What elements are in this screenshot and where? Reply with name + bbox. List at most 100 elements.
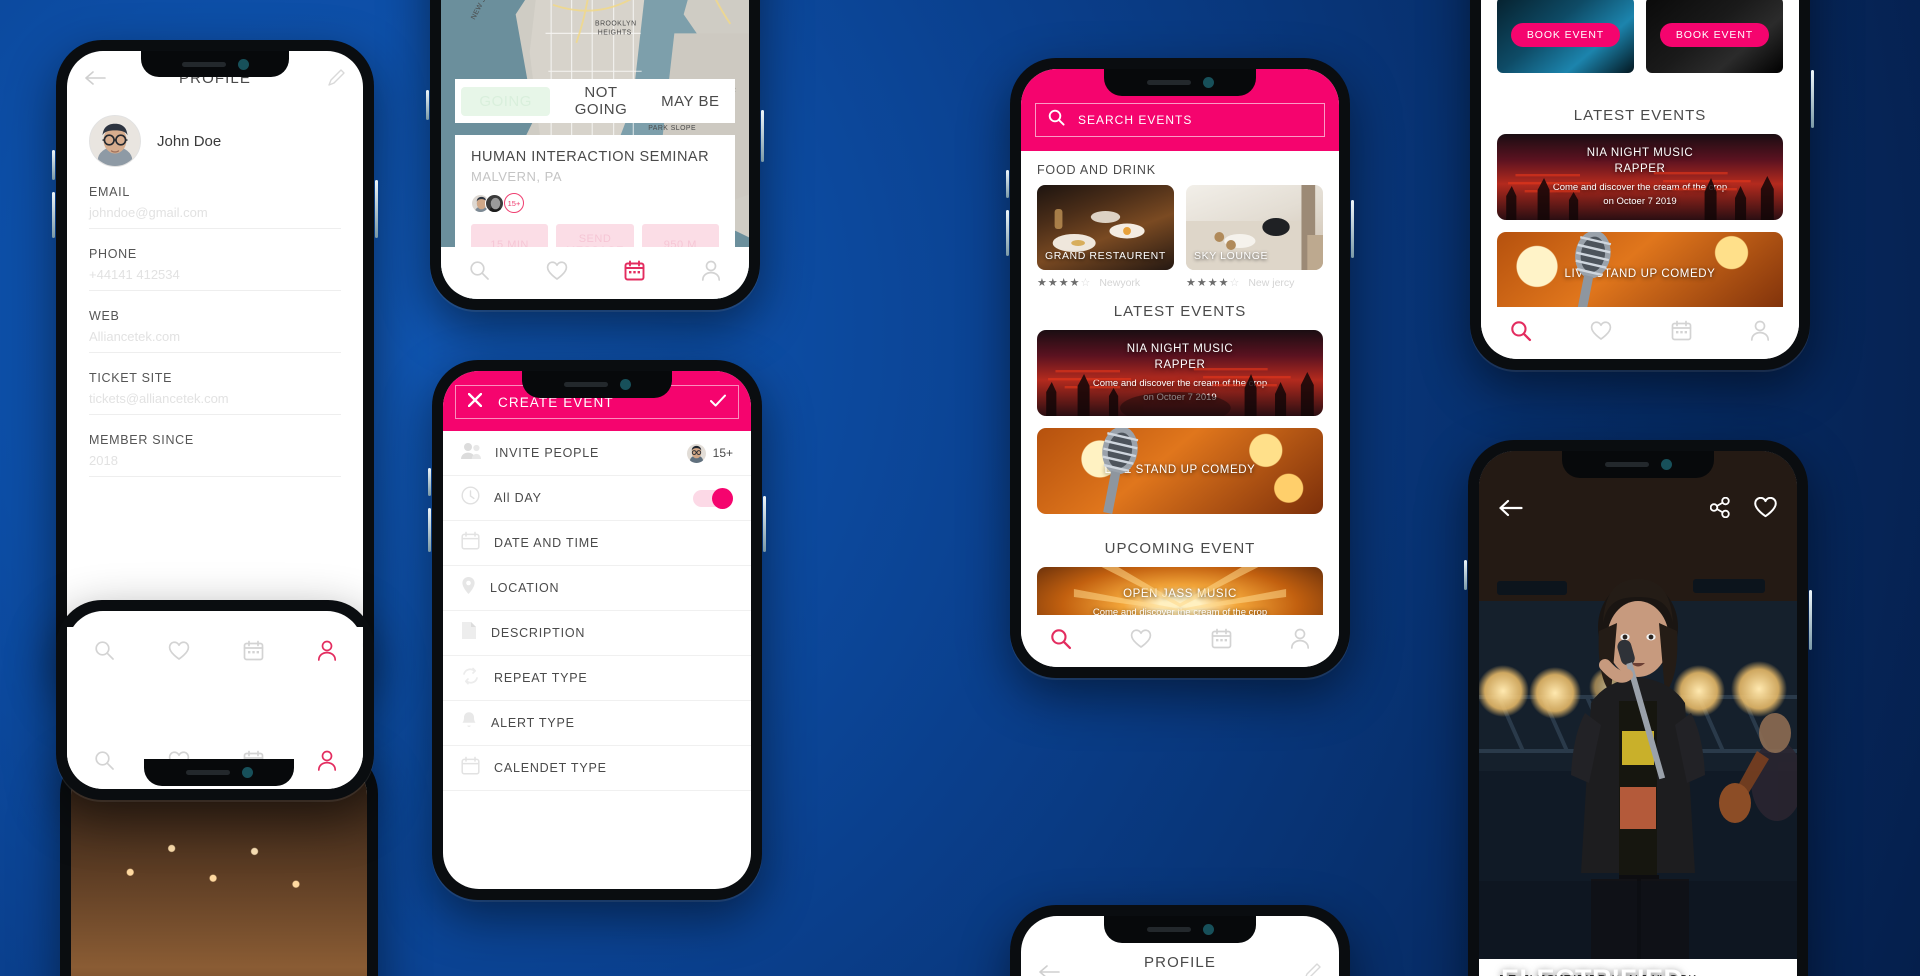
book-event-button[interactable]: BOOK EVENT (1510, 23, 1621, 47)
venue-meta: ★★★★☆ New jercy (1186, 276, 1323, 290)
earpiece-speaker (563, 382, 608, 387)
sidebar-item-calendar[interactable] (243, 640, 264, 666)
venue-name: SKY LOUNGE (1194, 250, 1269, 262)
venue-meta: ★★★★☆ Newyork (1037, 276, 1174, 290)
volume-down-button[interactable] (1006, 210, 1009, 256)
calendar-icon (461, 531, 480, 555)
list-item[interactable]: SKY LOUNGE ★★★★☆ New jercy (1186, 185, 1323, 289)
event-card-live-stand-up-comedy[interactable]: LIVE STAND UP COMEDY (1497, 232, 1783, 318)
row-alert-type[interactable]: ALERT TYPE (443, 701, 751, 746)
svg-text:PARK SLOPE: PARK SLOPE (648, 125, 696, 132)
search-input[interactable]: SEARCH EVENTS (1035, 103, 1325, 137)
rating-stars: ★★★★☆ (1186, 277, 1241, 289)
power-button[interactable] (761, 110, 764, 162)
partial-profile-screen-2: PROFILE (1021, 916, 1339, 976)
check-icon[interactable] (710, 394, 726, 411)
sidebar-item-search[interactable] (469, 260, 490, 286)
venue-image: SKY LOUNGE (1186, 185, 1323, 270)
svg-text:HEIGHTS: HEIGHTS (598, 29, 632, 36)
repeat-icon (461, 667, 480, 690)
list-item[interactable]: BOOK EVENT (1646, 0, 1783, 73)
sidebar-item-calendar[interactable] (1671, 320, 1692, 346)
sidebar-item-profile[interactable] (317, 640, 337, 666)
rsvp-going-button[interactable]: GOING (461, 86, 551, 116)
sidebar-item-calendar[interactable] (1211, 628, 1232, 654)
sidebar-item-profile[interactable] (1290, 628, 1310, 654)
front-camera (241, 767, 253, 778)
volume-down-button[interactable] (428, 508, 431, 552)
sidebar-item-search[interactable] (94, 640, 115, 666)
book-event-row: BOOK EVENT BOOK EVENT (1481, 0, 1799, 73)
sidebar-item-favorites[interactable] (1130, 628, 1152, 654)
event-card-live-stand-up-comedy[interactable]: LIVE STAND UP COMEDY (1037, 428, 1323, 514)
sidebar-item-favorites[interactable] (1590, 320, 1612, 346)
front-camera (1202, 924, 1214, 935)
map-screen: EAST VILLAGE LOWER MANHATTAN Battery Par… (441, 0, 749, 299)
bottom-tabbar (1021, 615, 1339, 667)
row-location[interactable]: LOCATION (443, 566, 751, 611)
volume-up-button[interactable] (1006, 170, 1009, 198)
phone-create-event: CREATE EVENT INVITE PEOPLE 15+ All DAY D… (428, 357, 766, 903)
volume-up-button[interactable] (426, 90, 429, 120)
sidebar-item-favorites[interactable] (168, 640, 190, 666)
field-value[interactable]: johndoe@gmail.com (89, 205, 341, 229)
power-button[interactable] (763, 496, 766, 552)
power-button[interactable] (375, 180, 378, 238)
document-icon (461, 621, 477, 645)
field-value[interactable]: Alliancetek.com (89, 329, 341, 353)
back-arrow-icon[interactable] (1499, 499, 1523, 522)
field-web: WEB Alliancetek.com (67, 309, 363, 353)
sidebar-item-search[interactable] (1510, 320, 1532, 347)
venue-city: New jercy (1248, 276, 1295, 289)
search-icon (1048, 109, 1065, 131)
share-icon[interactable] (1709, 496, 1730, 523)
volume-up-button[interactable] (52, 150, 55, 180)
row-date-and-time[interactable]: DATE AND TIME (443, 521, 751, 566)
heart-icon[interactable] (1754, 496, 1777, 523)
row-invite-people[interactable]: INVITE PEOPLE 15+ (443, 431, 751, 476)
attendee-list[interactable]: 15+ (471, 193, 719, 213)
row-calendet-type[interactable]: CALENDET TYPE (443, 746, 751, 791)
field-label: PHONE (89, 247, 137, 261)
field-value[interactable]: 2018 (89, 453, 341, 477)
row-value[interactable]: 15+ (686, 443, 733, 463)
phone-explore: SEARCH EVENTS FOOD AND DRINK GRAND RESTA… (1006, 55, 1354, 681)
close-x-icon[interactable] (467, 392, 483, 412)
power-button[interactable] (1809, 590, 1812, 650)
row-repeat-type[interactable]: REPEAT TYPE (443, 656, 751, 701)
sidebar-item-profile[interactable] (317, 750, 337, 776)
sidebar-item-profile[interactable] (701, 260, 721, 286)
volume-down-button[interactable] (52, 192, 55, 238)
list-item[interactable]: GRAND RESTAURENT ★★★★☆ Newyork (1037, 185, 1174, 289)
volume-up-button[interactable] (1464, 560, 1467, 590)
volume-up-button[interactable] (428, 468, 431, 496)
avatar[interactable] (89, 115, 141, 167)
power-button[interactable] (1351, 200, 1354, 258)
sidebar-item-search[interactable] (1050, 628, 1072, 655)
field-value[interactable]: tickets@alliancetek.com (89, 391, 341, 415)
page-title: PROFILE (1144, 954, 1216, 971)
front-camera (237, 58, 249, 70)
row-all-day[interactable]: All DAY (443, 476, 751, 521)
power-button[interactable] (1811, 70, 1814, 128)
attendee-count-badge: 15+ (504, 193, 524, 213)
field-value[interactable]: +44141 412534 (89, 267, 341, 291)
book-event-button[interactable]: BOOK EVENT (1659, 23, 1770, 47)
row-description[interactable]: DESCRIPTION (443, 611, 751, 656)
sidebar-item-search[interactable] (94, 750, 115, 776)
sidebar-item-favorites[interactable] (546, 260, 568, 286)
sidebar-item-profile[interactable] (1750, 320, 1770, 346)
venue-image: GRAND RESTAURENT (1037, 185, 1174, 270)
section-title-latest-events: LATEST EVENTS (1573, 107, 1707, 124)
event-card-nia-night-music[interactable]: NIA NIGHT MUSIC RAPPER Come and discover … (1497, 134, 1783, 220)
invitee-count: 15+ (712, 446, 733, 460)
rsvp-maybe-button[interactable]: MAY BE (646, 93, 735, 110)
all-day-toggle[interactable] (693, 487, 733, 509)
earpiece-speaker (181, 61, 226, 67)
sidebar-item-calendar[interactable] (624, 260, 645, 286)
list-item[interactable]: BOOK EVENT (1497, 0, 1634, 73)
event-card-nia-night-music[interactable]: NIA NIGHT MUSIC RAPPER Come and discover … (1037, 330, 1323, 416)
rsvp-bar: GOING NOT GOING MAY BE (455, 79, 735, 123)
device-notch (1104, 69, 1256, 96)
rsvp-not-going-button[interactable]: NOT GOING (556, 84, 645, 118)
